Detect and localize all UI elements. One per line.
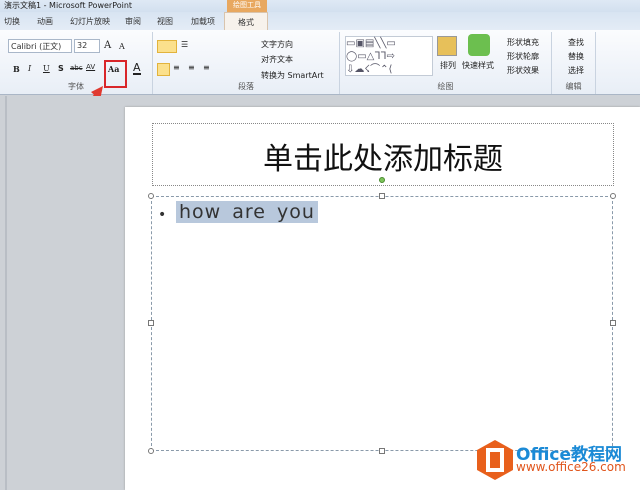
resize-handle[interactable]: [610, 320, 616, 326]
content-placeholder[interactable]: [151, 196, 613, 451]
align-left-button[interactable]: [157, 63, 170, 76]
drawing-group-label: 绘图: [437, 82, 454, 91]
bold-button[interactable]: B: [13, 64, 20, 74]
char-spacing-button[interactable]: AV: [86, 63, 95, 71]
font-size-select[interactable]: 32: [74, 39, 100, 53]
underline-button[interactable]: U: [43, 64, 50, 73]
resize-handle[interactable]: [148, 320, 154, 326]
italic-button[interactable]: I: [28, 64, 31, 73]
shadow-button[interactable]: S: [58, 64, 64, 73]
font-name-select[interactable]: Calibri (正文): [8, 39, 72, 53]
window-title: 演示文稿1 - Microsoft PowerPoint: [4, 1, 133, 10]
align-right-button[interactable]: ≡: [188, 63, 195, 72]
shrink-font-button[interactable]: A: [119, 42, 125, 51]
tab-format[interactable]: 格式: [224, 12, 268, 30]
context-tab-label: 绘图工具: [227, 0, 267, 12]
arrange-icon: [437, 36, 457, 56]
resize-handle[interactable]: [379, 448, 385, 454]
shape-fill-button[interactable]: 形状填充: [507, 37, 539, 48]
tab-animations[interactable]: 动画: [37, 16, 53, 27]
title-bar: 演示文稿1 - Microsoft PowerPoint 绘图工具: [0, 0, 640, 12]
arrange-button[interactable]: 排列: [440, 60, 456, 71]
bullets-button[interactable]: [157, 40, 177, 53]
find-button[interactable]: 查找: [568, 37, 584, 48]
font-color-button[interactable]: A: [133, 62, 141, 75]
editing-group: 查找 替换 选择 编辑: [552, 32, 596, 94]
tab-view[interactable]: 视图: [157, 16, 173, 27]
tab-transitions[interactable]: 切换: [4, 16, 20, 27]
replace-button[interactable]: 替换: [568, 51, 584, 62]
convert-smartart-button[interactable]: 转换为 SmartArt: [261, 70, 324, 81]
watermark-url: www.office26.com: [516, 460, 626, 474]
shape-effects-button[interactable]: 形状效果: [507, 65, 539, 76]
body-text-selected[interactable]: how are you: [176, 201, 318, 223]
tab-slideshow[interactable]: 幻灯片放映: [70, 16, 110, 27]
rotate-handle[interactable]: [379, 177, 385, 183]
text-direction-button[interactable]: 文字方向: [261, 39, 293, 50]
resize-handle[interactable]: [148, 193, 154, 199]
shape-outline-button[interactable]: 形状轮廓: [507, 51, 539, 62]
highlight-box: [104, 60, 127, 88]
editing-group-label: 编辑: [565, 82, 582, 91]
paragraph-group-label: 段落: [238, 82, 254, 91]
quick-styles-button[interactable]: 快速样式: [462, 60, 494, 71]
pane-splitter[interactable]: [5, 96, 7, 490]
paragraph-group: ☰ ≡ ≡ ≡ 文字方向 对齐文本 转换为 SmartArt 段落: [153, 32, 340, 94]
resize-handle[interactable]: [148, 448, 154, 454]
quick-styles-icon: [468, 34, 490, 56]
drawing-group: ▭▣▤╲╲▭ ◯▭△ᒣᒣ⇨ ⇩☁☇⌒⌃⟨ 排列 快速样式 形状填充 形状轮廓 形状效…: [340, 32, 552, 94]
align-text-button[interactable]: 对齐文本: [261, 54, 293, 65]
strikethrough-button[interactable]: abc: [70, 64, 83, 72]
align-center-button[interactable]: ≡: [173, 63, 180, 72]
resize-handle[interactable]: [610, 193, 616, 199]
tab-review[interactable]: 审阅: [125, 16, 141, 27]
numbering-button[interactable]: ☰: [181, 40, 188, 49]
ribbon-tabs: 切换 动画 幻灯片放映 审阅 视图 加载项: [0, 12, 640, 30]
grow-font-button[interactable]: A: [104, 40, 111, 51]
justify-button[interactable]: ≡: [203, 63, 210, 72]
resize-handle[interactable]: [379, 193, 385, 199]
shapes-gallery[interactable]: ▭▣▤╲╲▭ ◯▭△ᒣᒣ⇨ ⇩☁☇⌒⌃⟨: [345, 36, 433, 76]
select-button[interactable]: 选择: [568, 65, 584, 76]
office-logo-icon: [477, 440, 513, 480]
tab-addins[interactable]: 加载项: [191, 16, 215, 27]
bullet-point: •: [158, 207, 167, 223]
